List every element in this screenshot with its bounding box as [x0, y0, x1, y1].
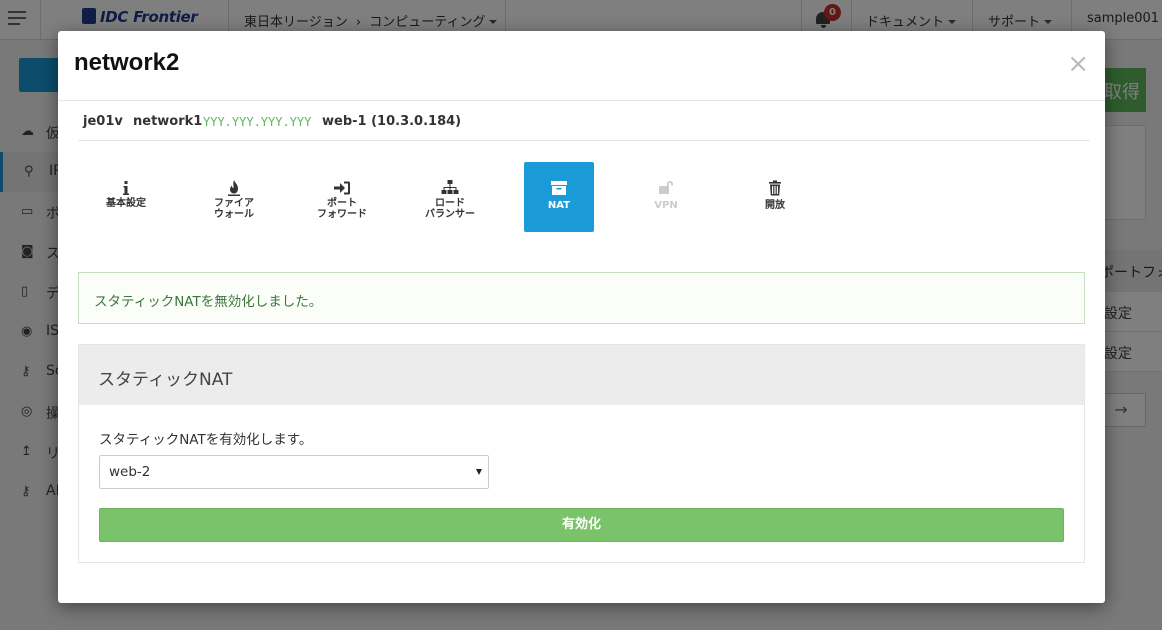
sitemap-icon [440, 180, 460, 196]
success-alert: スタティックNATを無効化しました。 [78, 272, 1085, 324]
vm-select-value: web-2 [109, 464, 151, 480]
tab-label: ポート フォワード [317, 198, 367, 220]
static-nat-panel: スタティックNAT スタティックNATを有効化します。 web-2 有効化 [78, 344, 1085, 563]
tab-label: NAT [547, 200, 571, 211]
tab-port-forward[interactable]: ポート フォワード [307, 162, 377, 232]
tab-nat[interactable]: NAT [524, 162, 594, 232]
info-icon [116, 180, 136, 196]
tab-label: ロード バランサー [425, 198, 475, 220]
modal-title: network2 [74, 49, 180, 76]
network-breadcrumb: je01v network1 YYY.YYY.YYY.YYY web-1 (10… [78, 111, 1090, 141]
ip-address-label: YYY.YYY.YYY.YYY [203, 115, 312, 129]
tab-vpn: VPN [631, 162, 701, 232]
tab-label: 開放 [765, 200, 785, 211]
tab-basic-settings[interactable]: 基本設定 [91, 162, 161, 232]
fire-icon [224, 180, 244, 196]
modal-header: network2 × [58, 31, 1105, 101]
unlock-icon [656, 180, 676, 196]
tab-label: 基本設定 [106, 198, 146, 209]
tab-label: ファイア ウォール [214, 198, 254, 220]
network-label: network1 [133, 114, 203, 129]
trash-icon [765, 180, 785, 196]
vm-select[interactable]: web-2 [99, 455, 489, 489]
network-tabs: 基本設定 ファイア ウォール ポート フォワード ロード バランサー NAT V… [78, 162, 1090, 232]
enable-button[interactable]: 有効化 [99, 508, 1064, 542]
network-modal: network2 × je01v network1 YYY.YYY.YYY.YY… [58, 31, 1105, 603]
close-icon[interactable]: × [1067, 51, 1089, 77]
caret-down-icon [476, 469, 482, 475]
tab-label: VPN [654, 200, 678, 211]
archive-icon [549, 180, 569, 196]
tab-release[interactable]: 開放 [740, 162, 810, 232]
zone-label: je01v [83, 114, 123, 129]
sign-in-icon [332, 180, 352, 196]
tab-firewall[interactable]: ファイア ウォール [199, 162, 269, 232]
enable-nat-label: スタティックNATを有効化します。 [99, 432, 313, 448]
tab-load-balancer[interactable]: ロード バランサー [415, 162, 485, 232]
panel-heading: スタティックNAT [79, 345, 1084, 405]
vm-label: web-1 (10.3.0.184) [322, 114, 462, 129]
